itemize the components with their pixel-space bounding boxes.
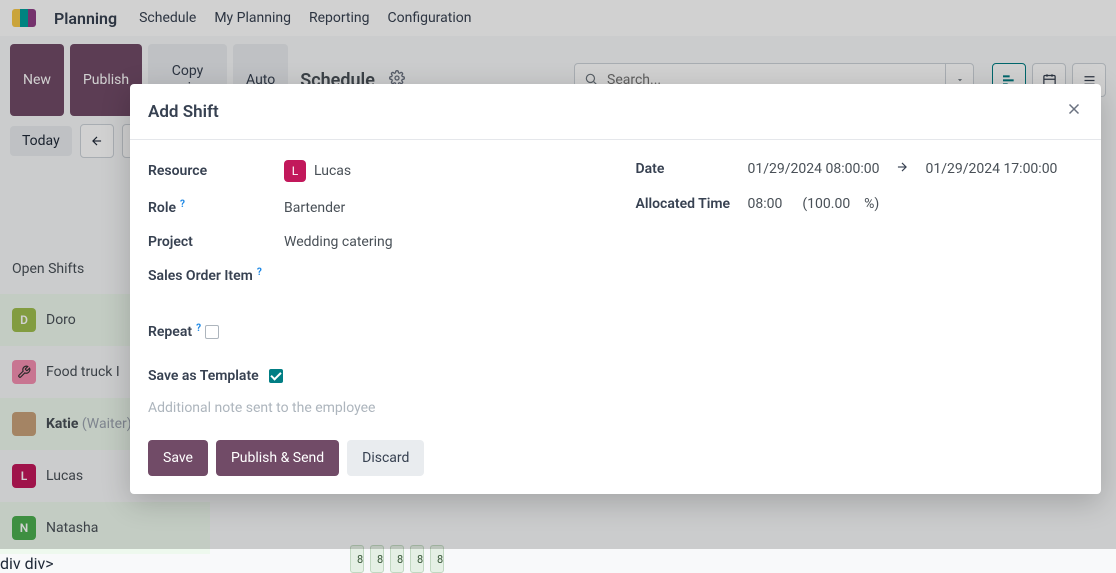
repeat-checkbox[interactable] [205, 325, 219, 339]
template-field[interactable]: Save as Template [148, 368, 1083, 384]
help-icon[interactable]: ? [180, 199, 185, 210]
resource-field[interactable]: Resource L Lucas [148, 160, 596, 182]
modal-header: Add Shift [130, 84, 1101, 140]
publish-send-button[interactable]: Publish & Send [216, 440, 339, 476]
template-checkbox[interactable] [269, 369, 283, 383]
help-icon[interactable]: ? [257, 267, 262, 278]
repeat-field[interactable]: Repeat? [148, 324, 1083, 340]
shift-chip[interactable]: 8:00 AM - 5:00 PM … [410, 545, 424, 573]
resource-label: Resource [148, 163, 284, 179]
sales-order-item-field[interactable]: Sales Order Item? [148, 268, 596, 284]
role-value: Bartender [284, 200, 596, 216]
allocated-time-field[interactable]: Allocated Time 08:00 (100.00 %) [636, 196, 1084, 212]
shift-chip[interactable]: 8:00 AM - 5:00 PM … [350, 545, 364, 573]
modal-footer: Save Publish & Send Discard [130, 426, 1101, 494]
project-field[interactable]: Project Wedding catering [148, 234, 596, 250]
shift-chip[interactable]: 8:00 AM - 5:00 PM … [370, 545, 384, 573]
soi-label: Sales Order Item? [148, 268, 284, 284]
date-label: Date [636, 161, 748, 177]
date-field[interactable]: Date 01/29/2024 08:00:00 01/29/2024 17:0… [636, 160, 1084, 178]
shift-chip[interactable]: 8:00 AM - 5:00 PM … [390, 545, 404, 573]
role-field[interactable]: Role? Bartender [148, 200, 596, 216]
template-label: Save as Template [148, 368, 259, 384]
save-button[interactable]: Save [148, 440, 208, 476]
arrow-right-icon [895, 160, 909, 178]
project-label: Project [148, 234, 284, 250]
modal-body: Resource L Lucas Role? Bartender Project… [130, 140, 1101, 426]
add-shift-modal: Add Shift Resource L Lucas Role? Bartend… [130, 84, 1101, 494]
project-value: Wedding catering [284, 234, 596, 250]
close-icon[interactable] [1065, 100, 1083, 123]
date-start-value[interactable]: 01/29/2024 08:00:00 [748, 161, 880, 177]
modal-title: Add Shift [148, 102, 219, 122]
allocated-pct[interactable]: (100.00 %) [802, 196, 879, 212]
help-icon[interactable]: ? [196, 323, 201, 334]
date-end-value[interactable]: 01/29/2024 17:00:00 [925, 161, 1057, 177]
repeat-label: Repeat? [148, 324, 201, 340]
resource-value: Lucas [314, 163, 351, 179]
note-placeholder[interactable]: Additional note sent to the employee [148, 400, 1083, 416]
discard-button[interactable]: Discard [347, 440, 424, 476]
resource-avatar: L [284, 160, 306, 182]
role-label: Role? [148, 200, 284, 216]
shift-chip[interactable]: 8:00 AM - 5:00 PM … [430, 545, 444, 573]
allocated-hours[interactable]: 08:00 [748, 196, 783, 212]
allocated-label: Allocated Time [636, 196, 748, 212]
